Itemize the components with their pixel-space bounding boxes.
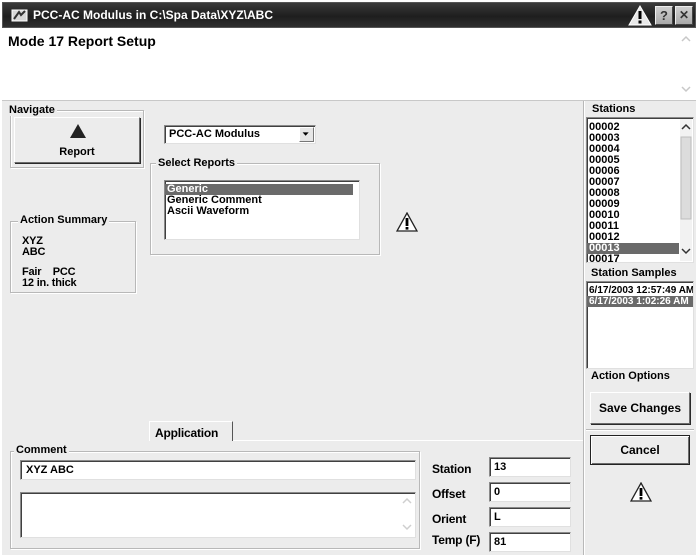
report-button[interactable]: Report — [14, 117, 140, 163]
tab-application-label: Application — [155, 426, 219, 440]
warning-icon — [396, 212, 418, 232]
orient-field[interactable]: L — [489, 507, 571, 527]
close-button[interactable]: ✕ — [675, 6, 693, 25]
reports-listbox[interactable]: Generic Generic Comment Ascii Waveform — [164, 180, 360, 240]
comment-legend: Comment — [14, 444, 69, 456]
stations-legend: Stations — [590, 103, 638, 115]
comment-textarea[interactable] — [20, 492, 416, 538]
save-changes-button[interactable]: Save Changes — [590, 392, 690, 424]
textarea-scrollbar[interactable] — [401, 495, 413, 535]
up-arrow-icon — [70, 124, 86, 138]
temp-field[interactable]: 81 — [489, 532, 571, 552]
summary-line-2: ABC — [22, 246, 46, 258]
chevron-down-icon — [302, 132, 309, 136]
station-sample-item[interactable]: 6/17/2003 12:57:49 AM — [587, 285, 693, 296]
dropdown-button[interactable] — [299, 127, 314, 142]
offset-label: Offset — [432, 487, 466, 501]
station-field[interactable]: 13 — [489, 457, 571, 477]
help-button[interactable]: ? — [655, 6, 673, 25]
warning-icon[interactable] — [628, 5, 652, 26]
select-reports-legend: Select Reports — [156, 157, 238, 169]
page-title: Mode 17 Report Setup — [8, 33, 156, 49]
temp-value: 81 — [494, 536, 507, 548]
temp-label: Temp (F) — [432, 533, 481, 547]
station-label: Station — [432, 462, 472, 476]
action-options-legend: Action Options — [589, 370, 672, 382]
stations-listbox[interactable]: 00002 00003 00004 00005 00006 00007 00008 00009… — [586, 117, 694, 263]
right-column-separator — [586, 429, 694, 431]
navigate-legend: Navigate — [7, 104, 57, 116]
comment-line-value: XYZ ABC — [26, 464, 74, 476]
station-item[interactable]: 00017 — [587, 254, 679, 263]
summary-line-4: 12 in. thick — [22, 277, 77, 289]
report-option[interactable]: Ascii Waveform — [165, 206, 353, 217]
app-icon — [11, 9, 28, 22]
window-title: PCC-AC Modulus in C:\Spa Data\XYZ\ABC — [33, 8, 274, 22]
station-value: 13 — [494, 461, 507, 473]
tab-application[interactable]: Application — [149, 421, 233, 441]
action-summary-text: XYZ ABC Fair PCC 12 in. thick — [22, 236, 77, 289]
orient-label: Orient — [432, 512, 467, 526]
offset-field[interactable]: 0 — [489, 482, 571, 502]
report-button-label: Report — [59, 146, 95, 158]
right-column-divider — [584, 101, 585, 555]
station-samples-legend: Station Samples — [589, 267, 679, 279]
station-samples-listbox[interactable]: 6/17/2003 12:57:49 AM 6/17/2003 1:02:26 A… — [586, 281, 694, 369]
stations-scrollbar[interactable] — [680, 119, 692, 261]
cancel-button[interactable]: Cancel — [590, 435, 690, 465]
title-bar: PCC-AC Modulus in C:\Spa Data\XYZ\ABC ? … — [2, 2, 696, 28]
orient-value: L — [494, 511, 501, 523]
header-area: Mode 17 Report Setup — [2, 29, 696, 101]
mode-select-value: PCC-AC Modulus — [169, 128, 261, 140]
offset-value: 0 — [494, 486, 501, 498]
header-scrollbar[interactable] — [679, 33, 693, 95]
warning-icon — [630, 482, 652, 502]
station-sample-item[interactable]: 6/17/2003 1:02:26 AM — [587, 296, 693, 307]
action-summary-legend: Action Summary — [18, 214, 110, 226]
comment-line-input[interactable]: XYZ ABC — [20, 460, 416, 480]
mode-select[interactable]: PCC-AC Modulus — [164, 125, 316, 144]
